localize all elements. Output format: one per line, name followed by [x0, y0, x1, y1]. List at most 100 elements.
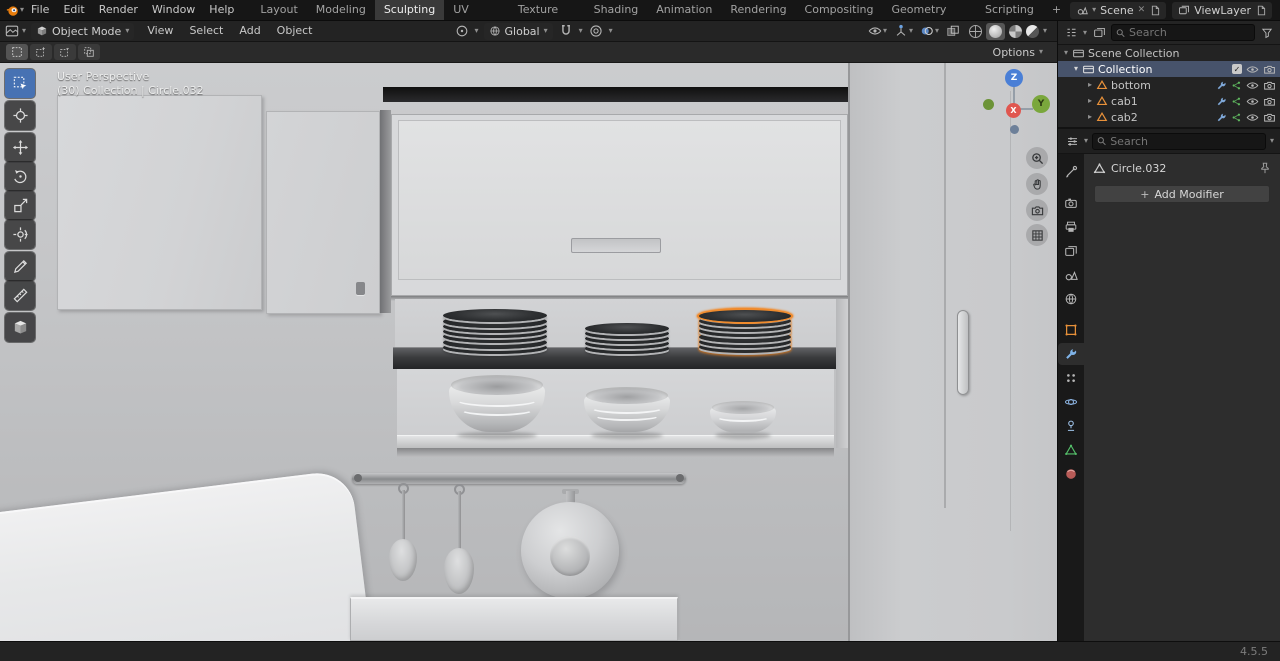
menu-select[interactable]: Select [182, 21, 230, 41]
counter-appliance[interactable] [0, 469, 380, 641]
render-camera-icon[interactable] [1262, 94, 1276, 108]
hide-eye-icon[interactable] [1245, 110, 1259, 124]
gizmo-y-axis[interactable]: Y [1032, 95, 1050, 113]
chevron-right-icon[interactable]: ▸ [1088, 81, 1092, 89]
gizmo-neg-y-axis[interactable] [983, 99, 994, 110]
properties-search[interactable] [1092, 132, 1266, 150]
render-camera-icon[interactable] [1262, 110, 1276, 124]
outliner-search[interactable] [1111, 24, 1255, 41]
menu-file[interactable]: File [24, 0, 56, 20]
menu-edit[interactable]: Edit [56, 0, 91, 20]
properties-search-input[interactable] [1110, 134, 1261, 148]
menu-view[interactable]: View [140, 21, 180, 41]
workspace-tab-layout[interactable]: Layout [251, 0, 306, 20]
visibility-chevron-icon[interactable]: ▾ [883, 27, 887, 35]
gizmo-z-axis[interactable]: Z [1005, 69, 1023, 87]
bowl-stack-large[interactable] [449, 375, 545, 439]
outliner-display-mode-icon[interactable] [1091, 25, 1107, 41]
camera-view-button[interactable] [1026, 199, 1048, 221]
blender-logo-icon[interactable] [4, 2, 20, 18]
properties-editor-chevron-icon[interactable]: ▾ [1084, 137, 1088, 145]
editor-type-chevron-icon[interactable]: ▾ [22, 27, 26, 35]
workspace-tab-scripting[interactable]: Scripting [976, 0, 1043, 20]
snap-chevron-icon[interactable]: ▾ [579, 27, 583, 35]
tab-view-layer[interactable] [1059, 240, 1083, 262]
plate-stack-large[interactable] [443, 306, 547, 354]
cabinet-right-tall[interactable] [848, 63, 1057, 641]
tab-object[interactable] [1059, 319, 1083, 341]
outliner-search-input[interactable] [1129, 26, 1250, 39]
proportional-editing-icon[interactable] [588, 23, 604, 39]
viewport-canvas[interactable]: User Perspective (30) Collection | Circl… [0, 63, 1057, 641]
workspace-tab-rendering[interactable]: Rendering [721, 0, 795, 20]
orientation-dropdown[interactable]: Global ▾ [483, 22, 553, 40]
mode-dropdown[interactable]: Object Mode ▾ [31, 22, 135, 40]
tool-scale-button[interactable] [5, 191, 35, 220]
bowl-stack-small[interactable] [710, 401, 776, 439]
tool-cursor-button[interactable] [5, 101, 35, 130]
scene-browse-chevron-icon[interactable]: ▾ [1092, 6, 1096, 14]
hide-eye-icon[interactable] [1245, 94, 1259, 108]
tab-particles[interactable] [1059, 367, 1083, 389]
gizmos-icon[interactable] [893, 23, 909, 39]
gizmo-x-axis[interactable]: X [1006, 103, 1021, 118]
workspace-tab-modeling[interactable]: Modeling [307, 0, 375, 20]
pin-icon[interactable] [1258, 161, 1272, 175]
add-workspace-button[interactable]: + [1043, 0, 1070, 20]
pivot-point-icon[interactable] [454, 23, 470, 39]
tab-world[interactable] [1059, 288, 1083, 310]
overlays-chevron-icon[interactable]: ▾ [935, 27, 939, 35]
menu-object[interactable]: Object [270, 21, 320, 41]
perspective-toggle-button[interactable] [1026, 224, 1048, 246]
workspace-tab-uv-editing[interactable]: UV Editing [444, 0, 509, 36]
tool-transform-button[interactable] [5, 220, 35, 249]
spatula-1[interactable] [386, 483, 422, 583]
properties-options-chevron-icon[interactable]: ▾ [1270, 137, 1274, 145]
tab-material[interactable] [1059, 463, 1083, 485]
plate-stack-medium[interactable] [585, 314, 669, 354]
filter-icon[interactable] [1259, 25, 1275, 41]
tool-select-box-button[interactable] [5, 69, 35, 98]
pivot-chevron-icon[interactable]: ▾ [475, 27, 479, 35]
shading-solid-icon[interactable] [988, 24, 1002, 38]
collection-checkbox[interactable]: ✓ [1232, 64, 1242, 74]
tab-output[interactable] [1059, 216, 1083, 238]
tab-physics[interactable] [1059, 391, 1083, 413]
outliner-editor-icon[interactable] [1063, 25, 1079, 41]
outliner-row-collection[interactable]: ▾ Collection ✓ [1058, 61, 1280, 77]
chevron-down-icon[interactable]: ▾ [1074, 65, 1078, 73]
menu-add[interactable]: Add [232, 21, 267, 41]
cabinet-left-1[interactable] [57, 95, 262, 310]
pan-hand-button[interactable] [1026, 173, 1048, 195]
tool-add-cube-button[interactable] [5, 313, 35, 342]
render-camera-icon[interactable] [1262, 62, 1276, 76]
chevron-right-icon[interactable]: ▸ [1088, 97, 1092, 105]
menu-help[interactable]: Help [202, 0, 241, 20]
select-mode-extend-icon[interactable] [30, 44, 52, 60]
cabinet-left-2[interactable] [266, 111, 380, 314]
outliner-row-cab1[interactable]: ▸ cab1 [1058, 93, 1280, 109]
drawer-front[interactable] [350, 597, 678, 641]
select-mode-set-icon[interactable] [6, 44, 28, 60]
navigation-gizmo[interactable]: Z Y X [980, 69, 1050, 139]
add-modifier-button[interactable]: + Add Modifier [1094, 185, 1270, 203]
new-viewlayer-icon[interactable] [1255, 4, 1267, 16]
visibility-eye-icon[interactable] [867, 23, 883, 39]
snap-magnet-icon[interactable] [558, 23, 574, 39]
outliner-row-cab2[interactable]: ▸ cab2 [1058, 109, 1280, 125]
gizmos-chevron-icon[interactable]: ▾ [909, 27, 913, 35]
tab-constraints[interactable] [1059, 415, 1083, 437]
tool-measure-button[interactable] [5, 281, 35, 310]
shading-solid-active-pill[interactable] [985, 22, 1005, 40]
editor-type-icon[interactable] [4, 23, 20, 39]
tool-rotate-button[interactable] [5, 162, 35, 191]
workspace-tab-shading[interactable]: Shading [585, 0, 648, 20]
chevron-down-icon[interactable]: ▾ [1064, 49, 1068, 57]
outliner-editor-chevron-icon[interactable]: ▾ [1083, 28, 1087, 37]
shading-wireframe-icon[interactable] [968, 24, 982, 38]
shading-material-icon[interactable] [1008, 24, 1022, 38]
overlays-icon[interactable] [919, 23, 935, 39]
workspace-tab-compositing[interactable]: Compositing [796, 0, 883, 20]
menu-window[interactable]: Window [145, 0, 202, 20]
workspace-tab-sculpting[interactable]: Sculpting [374, 0, 445, 20]
